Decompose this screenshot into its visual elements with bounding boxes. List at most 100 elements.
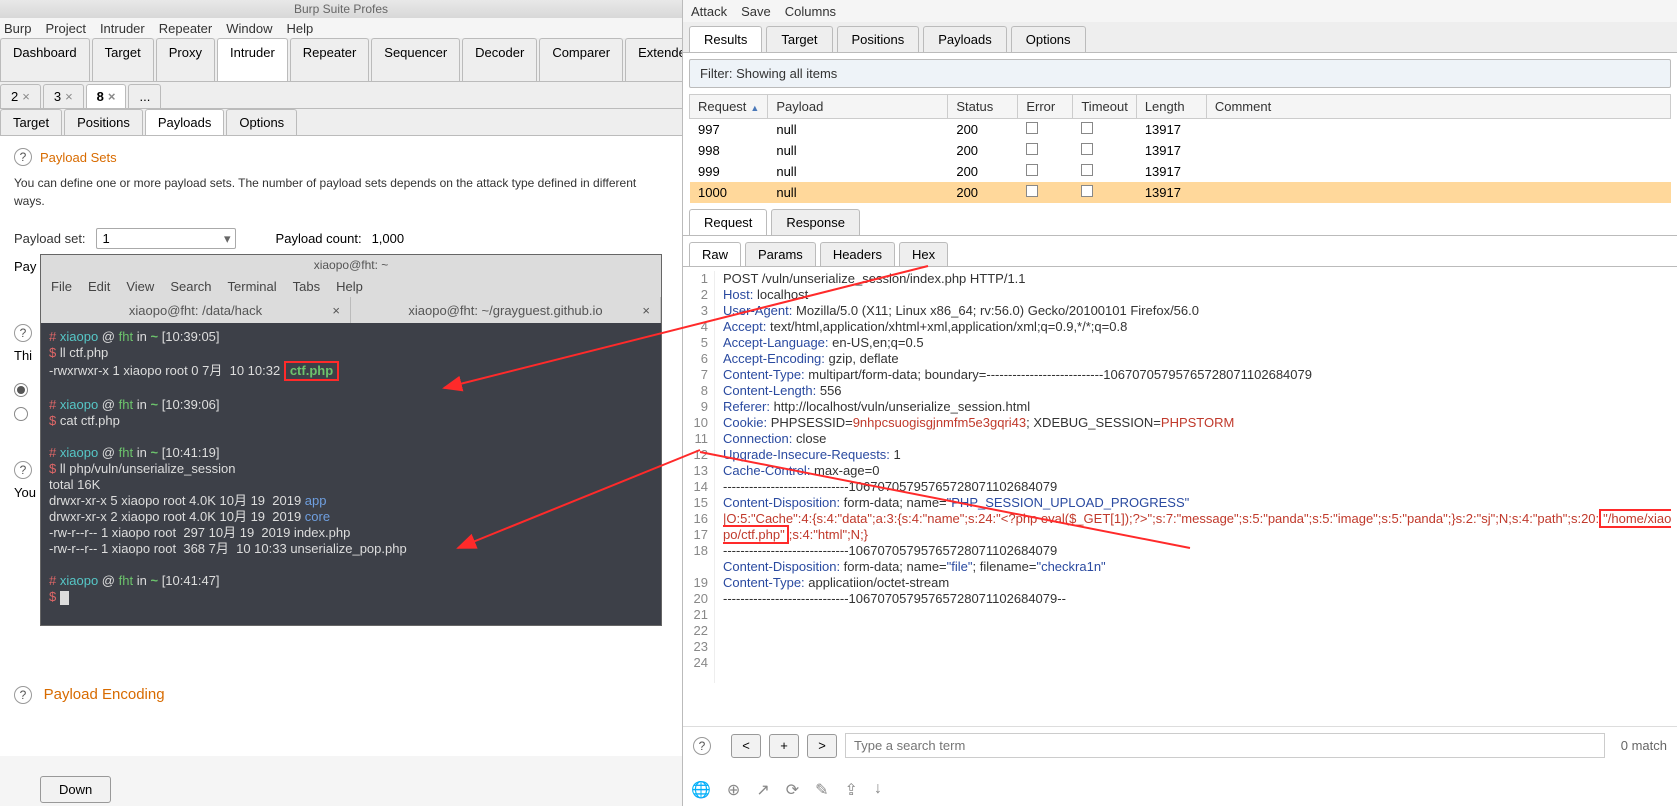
term-menu-edit[interactable]: Edit — [88, 279, 110, 294]
col-status[interactable]: Status — [948, 95, 1018, 119]
checkbox[interactable] — [1026, 164, 1038, 176]
prev-match-button[interactable]: < — [731, 734, 761, 758]
tab-repeater[interactable]: Repeater — [290, 38, 369, 81]
menu-intruder[interactable]: Intruder — [100, 21, 145, 36]
intruder-tab-more[interactable]: ... — [128, 84, 161, 108]
menu-project[interactable]: Project — [45, 21, 85, 36]
menu-columns[interactable]: Columns — [785, 4, 836, 19]
help-icon[interactable]: ? — [693, 737, 711, 755]
close-icon[interactable]: × — [22, 89, 30, 104]
tab-options[interactable]: Options — [1011, 26, 1086, 52]
tab-hex[interactable]: Hex — [899, 242, 948, 266]
tab-target[interactable]: Target — [92, 38, 154, 81]
menu-attack[interactable]: Attack — [691, 4, 727, 19]
col-payload[interactable]: Payload — [768, 95, 948, 119]
subtab-payloads[interactable]: Payloads — [145, 109, 224, 135]
intruder-tab-8[interactable]: 8× — [86, 84, 127, 108]
tab-payloads[interactable]: Payloads — [923, 26, 1006, 52]
table-row[interactable]: 999null20013917 — [690, 161, 1671, 182]
search-input[interactable] — [845, 733, 1605, 758]
next-match-button[interactable]: > — [807, 734, 837, 758]
tab-raw[interactable]: Raw — [689, 242, 741, 266]
checkbox[interactable] — [1081, 143, 1093, 155]
terminal-tab-1[interactable]: xiaopo@fht: /data/hack× — [41, 297, 351, 323]
tab-positions[interactable]: Positions — [837, 26, 920, 52]
tab-proxy[interactable]: Proxy — [156, 38, 215, 81]
results-table: Request Payload Status Error Timeout Len… — [689, 94, 1671, 203]
subtab-options[interactable]: Options — [226, 109, 297, 135]
tab-request[interactable]: Request — [689, 209, 767, 235]
tab-params[interactable]: Params — [745, 242, 816, 266]
checkbox[interactable] — [1026, 185, 1038, 197]
close-icon[interactable]: × — [108, 89, 116, 104]
radio-option[interactable] — [14, 383, 28, 397]
search-bar: ? < + > 0 match — [683, 726, 1677, 764]
checkbox[interactable] — [1081, 164, 1093, 176]
menu-bar: Burp Project Intruder Repeater Window He… — [0, 18, 682, 38]
term-menu-search[interactable]: Search — [170, 279, 211, 294]
col-length[interactable]: Length — [1136, 95, 1206, 119]
term-menu-view[interactable]: View — [126, 279, 154, 294]
term-menu-terminal[interactable]: Terminal — [228, 279, 277, 294]
menu-help[interactable]: Help — [286, 21, 313, 36]
tab-response[interactable]: Response — [771, 209, 860, 235]
tab-sequencer[interactable]: Sequencer — [371, 38, 460, 81]
term-menu-help[interactable]: Help — [336, 279, 363, 294]
term-menu-tabs[interactable]: Tabs — [293, 279, 320, 294]
tab-results[interactable]: Results — [689, 26, 762, 52]
share-icon[interactable]: ⇪ — [845, 780, 858, 800]
terminal-output[interactable]: # xiaopo @ fht in ~ [10:39:05] $ ll ctf.… — [41, 323, 661, 611]
term-menu-file[interactable]: File — [51, 279, 72, 294]
help-icon[interactable]: ? — [14, 324, 32, 342]
checkbox[interactable] — [1081, 122, 1093, 134]
tab-dashboard[interactable]: Dashboard — [0, 38, 90, 81]
table-row[interactable]: 1000null20013917 — [690, 182, 1671, 203]
intruder-tab-2[interactable]: 2× — [0, 84, 41, 108]
refresh-icon[interactable]: ⟳ — [786, 780, 799, 800]
checkbox[interactable] — [1026, 143, 1038, 155]
intruder-tab-3[interactable]: 3× — [43, 84, 84, 108]
terminal-title: xiaopo@fht: ~ — [41, 255, 661, 275]
menu-repeater[interactable]: Repeater — [159, 21, 212, 36]
edit-icon[interactable]: ✎ — [815, 780, 828, 800]
add-button[interactable]: + — [769, 734, 799, 758]
close-icon[interactable]: × — [65, 89, 73, 104]
subtab-positions[interactable]: Positions — [64, 109, 143, 135]
menu-save[interactable]: Save — [741, 4, 771, 19]
table-row[interactable]: 997null20013917 — [690, 119, 1671, 141]
menu-burp[interactable]: Burp — [4, 21, 31, 36]
col-comment[interactable]: Comment — [1206, 95, 1670, 119]
tab-intruder[interactable]: Intruder — [217, 38, 288, 81]
table-row[interactable]: 998null20013917 — [690, 140, 1671, 161]
help-icon[interactable]: ? — [14, 461, 32, 479]
filter-bar[interactable]: Filter: Showing all items — [689, 59, 1671, 88]
checkbox[interactable] — [1026, 122, 1038, 134]
tab-target[interactable]: Target — [766, 26, 832, 52]
col-timeout[interactable]: Timeout — [1073, 95, 1136, 119]
terminal-tab-2[interactable]: xiaopo@fht: ~/grayguest.github.io× — [351, 297, 661, 323]
globe-icon[interactable]: 🌐 — [691, 780, 711, 800]
checkbox[interactable] — [1081, 185, 1093, 197]
help-icon[interactable]: ? — [14, 686, 32, 704]
tab-comparer[interactable]: Comparer — [539, 38, 623, 81]
expand-icon[interactable]: ↗ — [756, 780, 769, 800]
col-request[interactable]: Request — [690, 95, 768, 119]
http-request-editor[interactable]: 1 2 3 4 5 6 7 8 9 10 11 12 13 14 15 16 1… — [683, 267, 1677, 687]
tab-decoder[interactable]: Decoder — [462, 38, 537, 81]
payload-count-label: Payload count: — [276, 231, 362, 246]
col-error[interactable]: Error — [1018, 95, 1073, 119]
intruder-sub-tabs: Target Positions Payloads Options — [0, 109, 682, 136]
down-button[interactable]: Down — [40, 776, 111, 803]
payload-set-select[interactable]: 1 — [96, 228, 236, 249]
menu-window[interactable]: Window — [226, 21, 272, 36]
plus-icon[interactable]: ⊕ — [727, 780, 740, 800]
radio-option[interactable] — [14, 407, 28, 421]
terminal-window: xiaopo@fht: ~ File Edit View Search Term… — [40, 254, 662, 626]
payload-sets-desc: You can define one or more payload sets.… — [14, 174, 668, 210]
download-icon[interactable]: ↓ — [874, 780, 882, 800]
subtab-target[interactable]: Target — [0, 109, 62, 135]
tab-headers[interactable]: Headers — [820, 242, 895, 266]
help-icon[interactable]: ? — [14, 148, 32, 166]
close-icon[interactable]: × — [332, 303, 340, 318]
close-icon[interactable]: × — [642, 303, 650, 318]
